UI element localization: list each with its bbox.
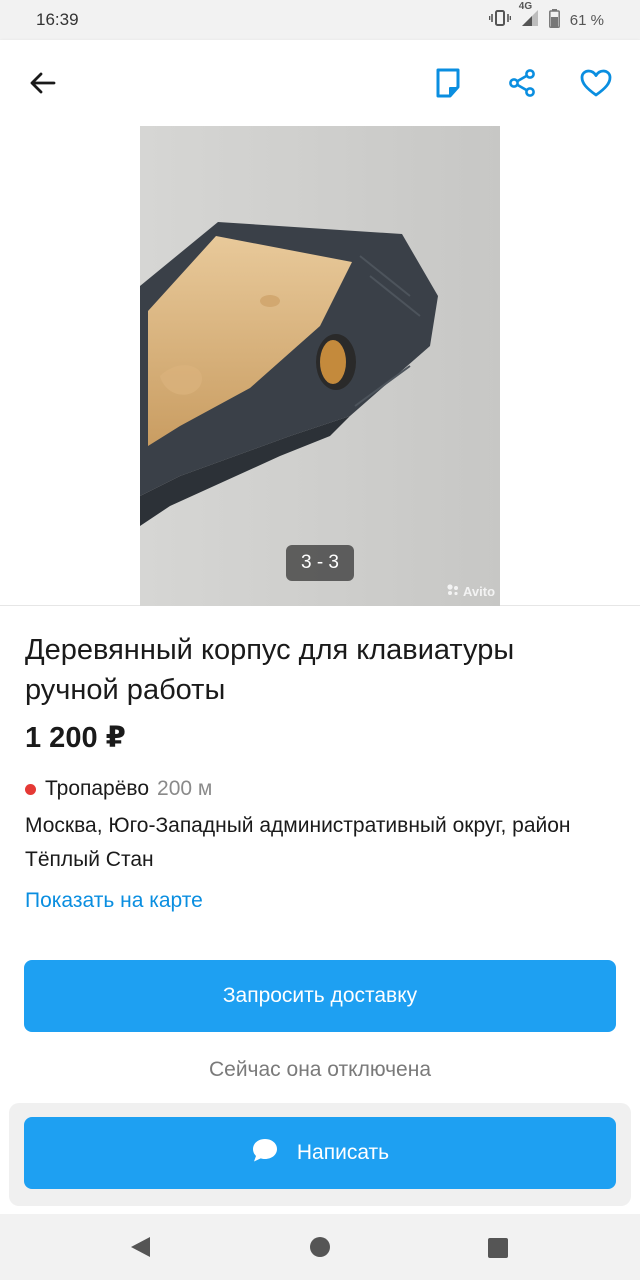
screen: 16:39 4G 61 % 3 - 3 Avito Деревянный кор… [0, 0, 640, 1280]
signal-icon: 4G [519, 1, 539, 31]
battery-percent: 61 % [569, 11, 604, 29]
request-delivery-button[interactable]: Запросить доставку [24, 960, 616, 1032]
metro-line-icon [25, 783, 36, 795]
listing-price: 1 200 ₽ [25, 722, 126, 754]
favorite-button[interactable] [578, 65, 614, 101]
heart-icon [580, 69, 612, 97]
address: Москва, Юго-Западный административный ок… [25, 814, 571, 871]
note-button[interactable] [430, 65, 466, 101]
share-button[interactable] [504, 65, 540, 101]
photo-gallery[interactable]: 3 - 3 Avito [0, 126, 640, 606]
avito-logo-icon [446, 584, 460, 599]
circle-home-icon [310, 1237, 330, 1257]
delivery-note: Сейчас она отключена [208, 1058, 432, 1081]
photo-page-indicator: 3 - 3 [286, 545, 354, 581]
request-delivery-label: Запросить доставку [222, 984, 418, 1007]
system-nav-bar [0, 1214, 640, 1280]
watermark-text: Avito [463, 584, 496, 599]
metro-distance: 200 м [157, 777, 213, 800]
write-message-label: Написать [296, 1141, 390, 1164]
triangle-back-icon [131, 1237, 150, 1257]
share-icon [509, 69, 535, 97]
nav-back-button[interactable] [128, 1235, 152, 1259]
nav-recents-button[interactable] [487, 1237, 509, 1259]
status-time: 16:39 [36, 10, 79, 29]
watermark: Avito [446, 584, 495, 599]
chat-bubble-icon [251, 1137, 279, 1169]
show-on-map-link[interactable]: Показать на карте [25, 889, 615, 913]
network-type: 4G [518, 1, 533, 12]
listing-photo[interactable] [140, 126, 500, 606]
nav-home-button[interactable] [309, 1236, 331, 1258]
listing-details: Деревянный корпус для клавиатуры ручной … [25, 630, 615, 913]
write-message-button[interactable]: Написать [24, 1117, 616, 1189]
app-bar-actions [430, 65, 614, 101]
arrow-back-icon [30, 72, 56, 94]
square-recents-icon [488, 1238, 508, 1258]
metro-station: Тропарёво [45, 777, 150, 800]
back-button[interactable] [24, 65, 60, 101]
status-bar: 16:39 4G 61 % [0, 0, 640, 40]
metro-info: Тропарёво 200 м [25, 777, 615, 801]
note-icon [436, 68, 460, 98]
app-bar [0, 40, 640, 126]
status-icons: 4G 61 % [488, 1, 604, 32]
battery-icon [548, 8, 560, 32]
listing-title: Деревянный корпус для клавиатуры ручной … [25, 634, 515, 706]
vibrate-icon [488, 9, 512, 31]
